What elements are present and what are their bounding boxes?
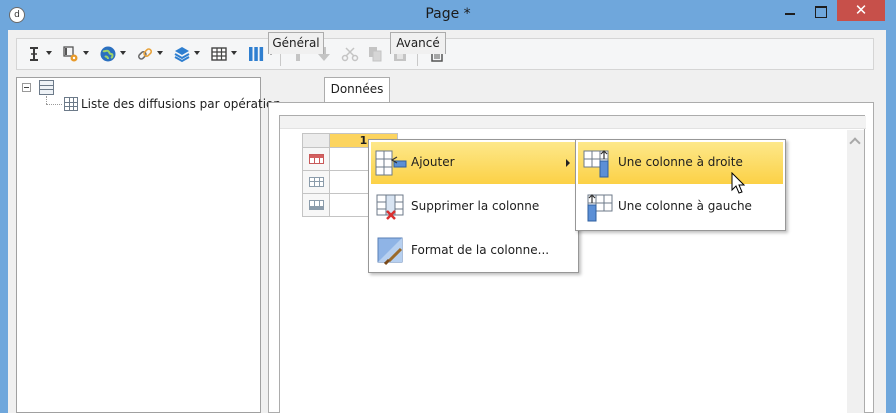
link-dropdown[interactable] xyxy=(157,51,163,55)
menu-item-label: Format de la colonne... xyxy=(411,243,550,257)
maximize-button[interactable] xyxy=(806,2,836,23)
table-dropdown[interactable] xyxy=(231,51,237,55)
window: d Page * ✕ Liste des diffusions par opér… xyxy=(0,0,896,413)
page-root-icon[interactable] xyxy=(39,80,54,95)
tree-item-label[interactable]: Liste des diffusions par opération xyxy=(81,97,281,111)
menu-item-format-colonne[interactable]: Format de la colonne... xyxy=(371,230,576,272)
row-header[interactable] xyxy=(302,194,330,217)
insert-field-icon[interactable] xyxy=(25,45,43,63)
globe-icon[interactable] xyxy=(99,45,117,63)
menu-item-label: Supprimer la colonne xyxy=(411,199,540,213)
tree-collapse-toggle[interactable] xyxy=(22,83,31,92)
insert-field-dropdown[interactable] xyxy=(46,51,52,55)
body-row-icon xyxy=(309,177,324,187)
vertical-scrollbar[interactable] xyxy=(847,130,864,413)
insert-column-left-icon xyxy=(587,194,613,222)
table-icon[interactable] xyxy=(210,45,228,63)
cut-icon[interactable] xyxy=(341,45,359,63)
tab-general[interactable]: Général xyxy=(268,32,324,54)
row-header[interactable] xyxy=(302,171,330,194)
format-column-icon xyxy=(377,237,403,266)
scroll-up-icon[interactable] xyxy=(849,137,861,149)
close-button[interactable]: ✕ xyxy=(837,0,885,21)
row-header[interactable] xyxy=(302,148,330,171)
tab-donnees[interactable]: Données xyxy=(324,77,390,102)
menu-item-supprimer-colonne[interactable]: Supprimer la colonne xyxy=(371,186,576,228)
menu-item-colonne-droite[interactable]: Une colonne à droite xyxy=(578,142,783,184)
mouse-cursor-icon xyxy=(731,172,745,194)
submenu: Une colonne à droite Une colonne à gauch… xyxy=(575,139,786,231)
delete-column-icon xyxy=(376,194,404,220)
insert-column-right-icon xyxy=(583,150,609,178)
window-title: Page * xyxy=(425,6,471,22)
menu-item-label: Une colonne à droite xyxy=(618,155,743,169)
columns-icon[interactable] xyxy=(247,45,265,63)
grid-corner xyxy=(302,133,330,148)
link-icon[interactable] xyxy=(136,45,154,63)
editor-header-strip xyxy=(280,116,866,129)
minimize-button[interactable] xyxy=(775,2,805,23)
tab-avance[interactable]: Avancé xyxy=(390,32,446,54)
layers-icon[interactable] xyxy=(173,45,191,63)
menu-item-colonne-gauche[interactable]: Une colonne à gauche xyxy=(578,186,783,228)
insert-filter-icon[interactable] xyxy=(62,45,80,63)
table-icon xyxy=(64,97,78,111)
submenu-arrow-icon xyxy=(566,159,570,167)
add-column-icon xyxy=(375,150,407,176)
copy-icon[interactable] xyxy=(366,45,384,63)
menu-item-ajouter[interactable]: Ajouter xyxy=(371,142,576,184)
title-bar[interactable]: d Page * ✕ xyxy=(0,0,896,30)
menu-item-label: Ajouter xyxy=(411,155,455,169)
layers-dropdown[interactable] xyxy=(194,51,200,55)
menu-item-label: Une colonne à gauche xyxy=(618,199,752,213)
tree-connector xyxy=(46,104,62,105)
insert-filter-dropdown[interactable] xyxy=(83,51,89,55)
footer-row-icon xyxy=(309,200,324,210)
tree-panel: Liste des diffusions par opération xyxy=(16,77,281,413)
header-row-icon xyxy=(309,154,324,164)
context-menu: Ajouter Supprimer la colonne Format de l… xyxy=(368,139,579,273)
globe-dropdown[interactable] xyxy=(120,51,126,55)
tree-connector xyxy=(46,96,47,104)
